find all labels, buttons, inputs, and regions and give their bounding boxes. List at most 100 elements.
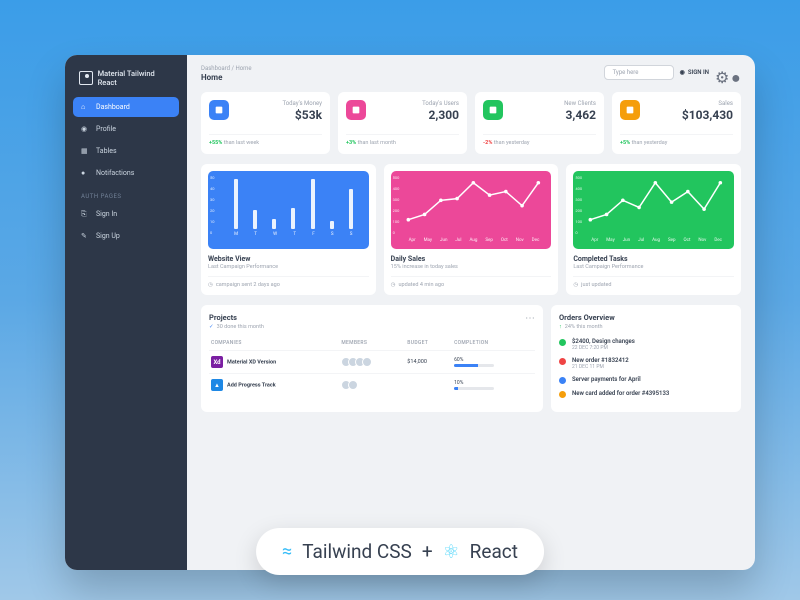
order-dot-icon — [559, 358, 566, 365]
promo-text1: Tailwind CSS — [302, 540, 412, 563]
chart-sub: Last Campaign Performance — [573, 264, 734, 270]
stats-row: Today's Money $53k +55% than last week T… — [201, 92, 741, 154]
chart-meta: ◷ just updated — [573, 276, 734, 288]
sidebar-item-dashboard[interactable]: ⌂ Dashboard — [73, 97, 179, 117]
order-title: New card added for order #4395133 — [572, 390, 669, 397]
promo-text2: React — [470, 540, 518, 563]
sidebar-item-label: Tables — [96, 147, 117, 155]
chart-title: Website View — [208, 255, 369, 263]
clock-icon: ◷ — [391, 282, 396, 288]
react-icon: ⚛ — [443, 540, 460, 563]
topbar: Dashboard / Home Home Type here ◉ SIGN I… — [201, 65, 741, 82]
signin-label: SIGN IN — [688, 69, 709, 76]
more-icon[interactable]: ⋯ — [525, 313, 535, 324]
chart-sub: 15% increase in today sales — [391, 264, 552, 270]
order-title: Server payments for April — [572, 376, 641, 383]
chart-canvas: 50403020100 MTWTFSS — [208, 171, 369, 249]
sidebar-item-signin[interactable]: ⎘ Sign In — [73, 204, 179, 224]
sidebar-item-label: Sign Up — [96, 232, 120, 240]
stat-card: New Clients 3,462 -2% than yesterday — [475, 92, 604, 154]
sidebar-item-label: Dashboard — [96, 103, 130, 111]
chart-card: 5004003002001000 AprMayJunJulAugSepOctNo… — [384, 164, 559, 295]
sidebar-item-tables[interactable]: ▦ Tables — [73, 141, 179, 161]
stat-icon — [209, 100, 229, 120]
search-input[interactable]: Type here — [604, 65, 674, 80]
table-header: MEMBERS — [339, 336, 405, 351]
stat-card: Sales $103,430 +5% than yesterday — [612, 92, 741, 154]
order-item: Server payments for April — [559, 376, 733, 384]
chart-canvas: 5004003002001000 AprMayJunJulAugSepOctNo… — [573, 171, 734, 249]
order-dot-icon — [559, 391, 566, 398]
table-header: BUDGET — [405, 336, 452, 351]
stat-footer: +55% than last week — [209, 134, 322, 146]
sidebar-item-profile[interactable]: ◉ Profile — [73, 119, 179, 139]
stat-footer: +5% than yesterday — [620, 134, 733, 146]
sidebar: Material Tailwind React ⌂ Dashboard ◉ Pr… — [65, 55, 187, 570]
table-header: COMPLETION — [452, 336, 535, 351]
promo-pill: ≈ Tailwind CSS + ⚛ React — [256, 528, 544, 575]
chart-title: Daily Sales — [391, 255, 552, 263]
page-title: Home — [201, 73, 252, 82]
sidebar-item-label: Profile — [96, 125, 116, 133]
projects-title: Projects — [209, 313, 264, 322]
table-row[interactable]: XdMaterial XD Version $14,000 60% — [209, 351, 535, 374]
chart-card: 50403020100 MTWTFSS Website View Last Ca… — [201, 164, 376, 295]
bottom-row: Projects ✓30 done this month ⋯ COMPANIES… — [201, 305, 741, 412]
auth-section-label: AUTH PAGES — [73, 185, 179, 204]
stat-footer: -2% than yesterday — [483, 134, 596, 146]
bell-icon[interactable]: ● — [731, 68, 741, 78]
sidebar-item-label: Sign In — [96, 210, 117, 218]
order-item: New card added for order #4395133 — [559, 390, 733, 398]
tailwind-icon: ≈ — [282, 541, 292, 562]
home-icon: ⌂ — [81, 103, 89, 111]
clock-icon: ◷ — [573, 282, 578, 288]
order-item: $2400, Design changes22 DEC 7:20 PM — [559, 338, 733, 351]
app-window: Material Tailwind React ⌂ Dashboard ◉ Pr… — [65, 55, 755, 570]
orders-title: Orders Overview — [559, 313, 733, 322]
stat-icon — [620, 100, 640, 120]
order-time: 22 DEC 7:20 PM — [572, 345, 635, 351]
clock-icon: ◷ — [208, 282, 213, 288]
orders-sub: ↑24% this month — [559, 324, 733, 330]
user-icon: ◉ — [81, 125, 89, 133]
stat-card: Today's Money $53k +55% than last week — [201, 92, 330, 154]
projects-table: COMPANIESMEMBERSBUDGETCOMPLETION XdMater… — [209, 336, 535, 396]
sidebar-item-signup[interactable]: ✎ Sign Up — [73, 226, 179, 246]
main-content: Dashboard / Home Home Type here ◉ SIGN I… — [187, 55, 755, 570]
projects-sub: ✓30 done this month — [209, 324, 264, 330]
stat-icon — [483, 100, 503, 120]
projects-panel: Projects ✓30 done this month ⋯ COMPANIES… — [201, 305, 543, 412]
bell-icon: ● — [81, 169, 89, 177]
chart-meta: ◷ campaign sent 2 days ago — [208, 276, 369, 288]
gear-icon[interactable]: ⚙ — [715, 68, 725, 78]
chart-meta: ◷ updated 4 min ago — [391, 276, 552, 288]
brand: Material Tailwind React — [73, 65, 179, 97]
chart-title: Completed Tasks — [573, 255, 734, 263]
stat-footer: +3% than last month — [346, 134, 459, 146]
sidebar-item-label: Notifactions — [96, 169, 134, 177]
order-title: New order #1832412 — [572, 357, 629, 364]
signin-button[interactable]: ◉ SIGN IN — [680, 69, 709, 76]
signup-icon: ✎ — [81, 232, 89, 240]
brand-text: Material Tailwind React — [98, 69, 173, 87]
order-item: New order #183241221 DEC 11 PM — [559, 357, 733, 370]
stat-card: Today's Users 2,300 +3% than last month — [338, 92, 467, 154]
order-dot-icon — [559, 339, 566, 346]
table-icon: ▦ — [81, 147, 89, 155]
table-header: COMPANIES — [209, 336, 339, 351]
orders-panel: Orders Overview ↑24% this month $2400, D… — [551, 305, 741, 412]
chart-card: 5004003002001000 AprMayJunJulAugSepOctNo… — [566, 164, 741, 295]
user-icon: ◉ — [680, 69, 685, 76]
promo-plus: + — [422, 540, 433, 563]
table-row[interactable]: ▲Add Progress Track 10% — [209, 374, 535, 397]
order-title: $2400, Design changes — [572, 338, 635, 345]
login-icon: ⎘ — [81, 210, 89, 218]
order-time: 21 DEC 11 PM — [572, 364, 629, 370]
charts-row: 50403020100 MTWTFSS Website View Last Ca… — [201, 164, 741, 295]
order-dot-icon — [559, 377, 566, 384]
sidebar-item-notifications[interactable]: ● Notifactions — [73, 163, 179, 183]
stat-icon — [346, 100, 366, 120]
brand-icon — [79, 71, 93, 85]
chart-sub: Last Campaign Performance — [208, 264, 369, 270]
breadcrumb: Dashboard / Home — [201, 65, 252, 72]
